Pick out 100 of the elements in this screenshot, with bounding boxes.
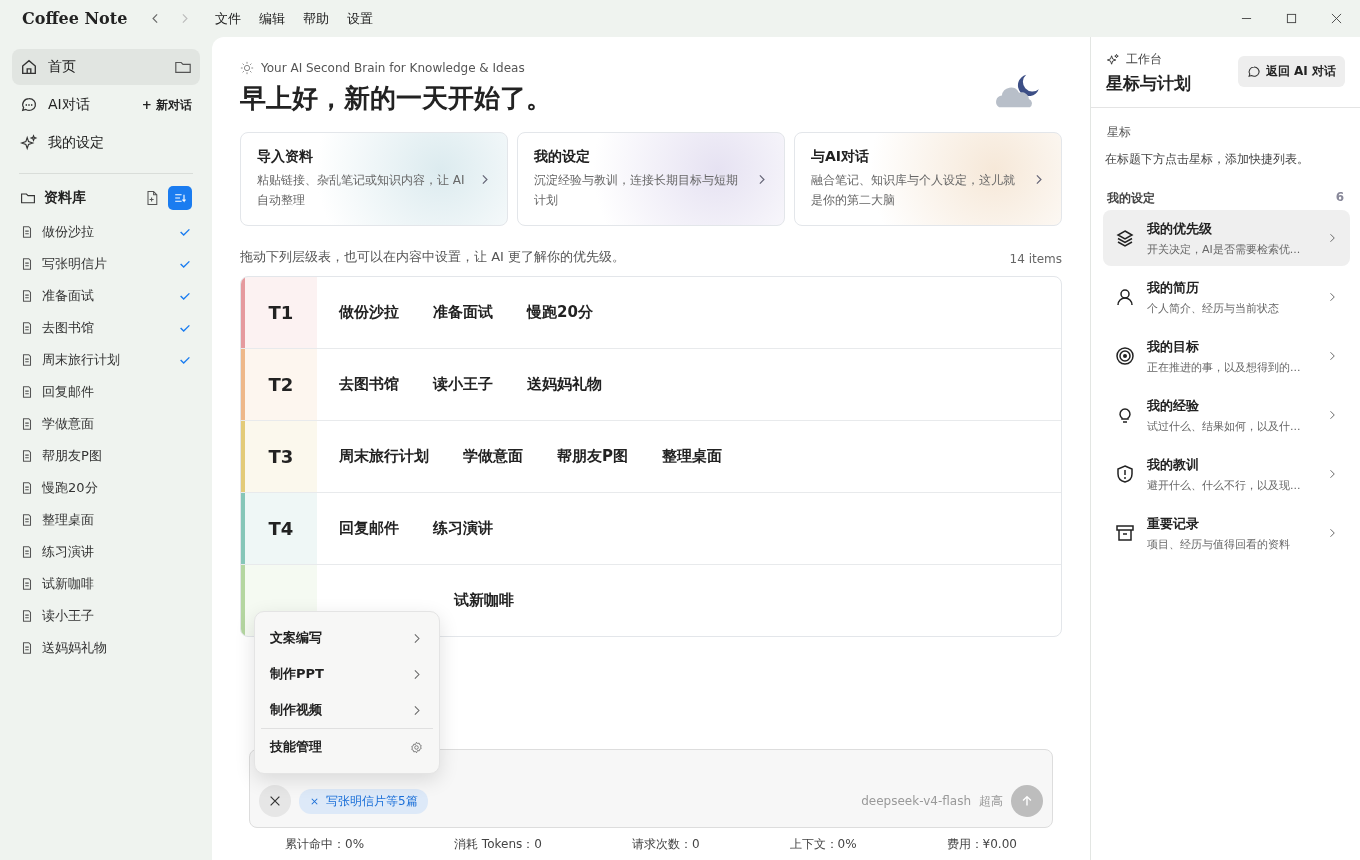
document-icon (20, 289, 34, 303)
card-title: 与AI对话 (811, 148, 871, 166)
new-file-icon[interactable] (144, 190, 160, 206)
document-icon (20, 513, 34, 527)
document-icon (20, 225, 34, 239)
usage-stat: 费用：¥0.00 (946, 835, 1017, 853)
usage-stat: 累计命中：0% (285, 835, 365, 853)
settings-item[interactable]: 我的目标 正在推进的事，以及想得到的... (1103, 328, 1350, 384)
tier-item[interactable]: 送妈妈礼物 (527, 375, 602, 394)
library-item[interactable]: 学做意面 (12, 408, 200, 440)
folder-icon (20, 190, 36, 206)
tier-item[interactable]: 准备面试 (433, 303, 493, 322)
card-description: 沉淀经验与教训，连接长期目标与短期计划 (534, 172, 739, 209)
section-title: 星标 (1106, 124, 1132, 141)
library-item[interactable]: 周末旅行计划 (12, 344, 200, 376)
settings-item[interactable]: 我的教训 避开什么、什么不行，以及现... (1103, 446, 1350, 502)
tier-hint: 拖动下列层级表，也可以在内容中设置，让 AI 更了解你的优先级。 (240, 248, 625, 266)
tier-label: T2 (241, 349, 317, 420)
library-title: 资料库 (44, 189, 87, 207)
close-icon (268, 794, 282, 808)
tier-item[interactable]: 去图书馆 (339, 375, 399, 394)
card-title: 导入资料 (257, 148, 314, 166)
document-icon (20, 449, 34, 463)
document-icon (20, 577, 34, 591)
usage-stat: 请求次数：0 (631, 835, 700, 853)
archive-icon (1115, 523, 1135, 543)
tier-item[interactable]: 慢跑20分 (527, 303, 593, 322)
tier-item[interactable]: 帮朋友P图 (557, 447, 628, 466)
attachment-chip[interactable]: 写张明信片等5篇 (299, 788, 428, 814)
menu-item[interactable]: 文案编写 (261, 620, 433, 656)
nav-item[interactable]: 我的设定 (12, 125, 200, 161)
library-item[interactable]: 送妈妈礼物 (12, 632, 200, 664)
card-description: 融合笔记、知识库与个人设定，这儿就是你的第二大脑 (811, 172, 1016, 209)
arrow-up-icon (1020, 794, 1034, 808)
library-item[interactable]: 练习演讲 (12, 536, 200, 568)
document-icon (20, 321, 34, 335)
library-item[interactable]: 写张明信片 (12, 248, 200, 280)
document-icon (20, 545, 34, 559)
library-item[interactable]: 整理桌面 (12, 504, 200, 536)
panel-eyebrow: 工作台 (1126, 51, 1162, 68)
sun-icon (240, 61, 254, 75)
library-item[interactable]: 读小王子 (12, 600, 200, 632)
document-icon (20, 641, 34, 655)
tier-item[interactable]: 周末旅行计划 (339, 447, 429, 466)
settings-item[interactable]: 我的优先级 开关决定，AI是否需要检索优... (1103, 210, 1350, 266)
shield-icon (1115, 464, 1135, 484)
library-item[interactable]: 试新咖啡 (12, 568, 200, 600)
maximize-icon[interactable] (1286, 13, 1297, 24)
tier-item[interactable]: 学做意面 (463, 447, 523, 466)
item-count: 14 items (1009, 252, 1062, 266)
menu-item[interactable]: 设置 (347, 9, 374, 28)
tier-item[interactable]: 回复邮件 (339, 519, 399, 538)
settings-icon (410, 740, 423, 754)
action-card[interactable]: 与AI对话 融合笔记、知识库与个人设定，这儿就是你的第二大脑 (794, 132, 1062, 226)
tier-label: T4 (241, 493, 317, 564)
card-title: 我的设定 (534, 148, 591, 166)
sort-button[interactable] (168, 186, 192, 210)
library-item[interactable]: 去图书馆 (12, 312, 200, 344)
card-description: 粘贴链接、杂乱笔记或知识内容，让 AI 自动整理 (257, 172, 466, 209)
tier-item[interactable]: 试新咖啡 (454, 591, 514, 610)
settings-item[interactable]: 我的经验 试过什么、结果如何，以及什... (1103, 387, 1350, 443)
usage-stat: 消耗 Tokens：0 (454, 835, 542, 853)
menu-item[interactable]: 制作PPT (261, 656, 433, 692)
library-item[interactable]: 做份沙拉 (12, 216, 200, 248)
tier-item[interactable]: 练习演讲 (433, 519, 493, 538)
target-icon (1115, 346, 1135, 366)
document-icon (20, 609, 34, 623)
tagline: Your AI Second Brain for Knowledge & Ideas (261, 61, 525, 75)
close-icon[interactable] (1331, 13, 1342, 24)
action-card[interactable]: 导入资料 粘贴链接、杂乱笔记或知识内容，让 AI 自动整理 (240, 132, 508, 226)
settings-count: 6 (1335, 190, 1344, 206)
new-chat-link[interactable]: + 新对话 (141, 96, 192, 114)
library-item[interactable]: 准备面试 (12, 280, 200, 312)
tier-item[interactable]: 做份沙拉 (339, 303, 399, 322)
settings-item[interactable]: 重要记录 项目、经历与值得回看的资料 (1103, 505, 1350, 561)
starred-hint: 在标题下方点击星标，添加快捷列表。 (1105, 151, 1310, 168)
app-title: Coffee Note (22, 9, 128, 28)
menu-item[interactable]: 文件 (215, 9, 242, 28)
library-item[interactable]: 回复邮件 (12, 376, 200, 408)
document-icon (20, 481, 34, 495)
library-item[interactable]: 慢跑20分 (12, 472, 200, 504)
tier-label: T1 (241, 277, 317, 348)
document-icon (20, 353, 34, 367)
chat-icon (20, 96, 38, 114)
sparkle-icon (1106, 52, 1120, 67)
library-item[interactable]: 帮朋友P图 (12, 440, 200, 472)
nav-item[interactable]: 首页 (12, 49, 200, 85)
menu-item[interactable]: 帮助 (303, 9, 330, 28)
back-to-chat-button[interactable]: 返回 AI 对话 (1237, 56, 1345, 87)
chat-icon (1246, 64, 1261, 79)
nav-item[interactable]: AI对话 + 新对话 (12, 87, 200, 123)
menu-item[interactable]: 编辑 (259, 9, 286, 28)
tier-label: T3 (241, 421, 317, 492)
settings-item[interactable]: 我的简历 个人简介、经历与当前状态 (1103, 269, 1350, 325)
document-icon (20, 417, 34, 431)
tier-item[interactable]: 读小王子 (433, 375, 493, 394)
section-title: 我的设定 (1107, 190, 1155, 207)
action-card[interactable]: 我的设定 沉淀经验与教训，连接长期目标与短期计划 (517, 132, 785, 226)
tier-item[interactable]: 整理桌面 (662, 447, 722, 466)
menu-item[interactable]: 制作视频 (261, 692, 433, 728)
